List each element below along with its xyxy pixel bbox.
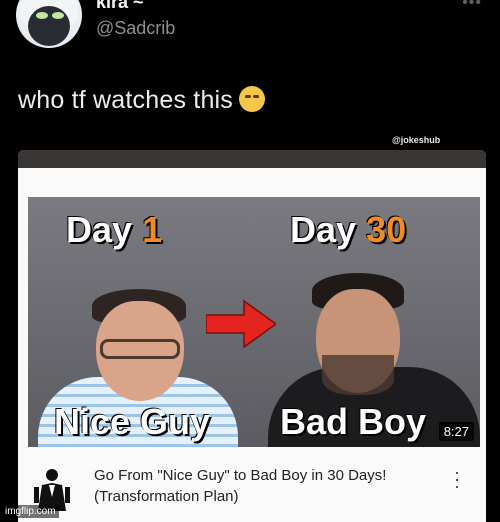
tweet-text: who tf watches this [18, 86, 266, 115]
embedded-media-card[interactable]: Day 1 Day 30 Nice Guy Bad Boy 8:27 Go Fr… [18, 150, 486, 522]
video-thumbnail[interactable]: Day 1 Day 30 Nice Guy Bad Boy 8:27 [28, 197, 480, 447]
tweet-text-body: who tf watches this [18, 86, 234, 114]
right-arrow-icon [206, 299, 276, 349]
beard [322, 355, 394, 395]
display-name[interactable]: kira ~ [96, 0, 144, 13]
vertical-dots-menu-icon[interactable]: · · · [454, 463, 460, 495]
video-title[interactable]: Go From "Nice Guy" to Bad Boy in 30 Days… [94, 465, 414, 507]
media-top-strip [18, 150, 486, 168]
watermark: @jokeshub [392, 135, 441, 145]
bad-boy-caption: Bad Boy [280, 401, 427, 442]
avatar-eye [52, 12, 64, 19]
more-dots-icon[interactable]: ••• [462, 0, 482, 12]
avatar-eye [36, 12, 48, 19]
loudly-crying-face-icon [239, 86, 266, 112]
nice-guy-caption: Nice Guy [54, 401, 211, 442]
day-number: 1 [142, 209, 163, 250]
user-handle[interactable]: @Sadcrib [96, 18, 175, 39]
video-meta: Go From "Nice Guy" to Bad Boy in 30 Days… [18, 455, 486, 522]
day-word: Day [66, 209, 133, 250]
site-watermark: imgflip.com [2, 505, 59, 518]
day-1-label: Day 1 [66, 209, 162, 251]
avatar[interactable] [16, 0, 82, 48]
avatar-face [28, 6, 70, 46]
video-duration-badge: 8:27 [438, 422, 474, 441]
glasses [100, 339, 180, 359]
